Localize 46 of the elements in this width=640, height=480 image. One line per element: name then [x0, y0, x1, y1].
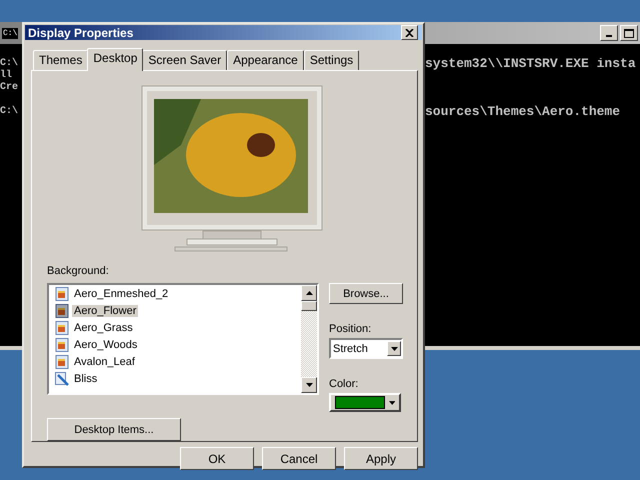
position-label: Position:: [329, 323, 372, 335]
list-item[interactable]: Aero_Woods: [72, 339, 140, 351]
picture-icon: [55, 372, 69, 386]
console-text: ll: [0, 70, 12, 81]
list-item[interactable]: Avalon_Leaf: [72, 356, 137, 368]
list-item[interactable]: Aero_Grass: [72, 322, 135, 334]
background-list[interactable]: Aero_Enmeshed_2 Aero_Flower Aero_Grass Aero_Woods Avalon_Leaf Bliss: [47, 283, 319, 395]
console-text: Cre: [0, 82, 18, 93]
dropdown-arrow-icon: [388, 400, 395, 404]
background-label: Background:: [47, 265, 110, 277]
tab[interactable]: Desktop: [87, 48, 144, 71]
tab[interactable]: Appearance: [227, 50, 304, 70]
console-text: C:\: [0, 58, 18, 69]
console-text: C:\: [0, 106, 18, 117]
page-icon: [55, 321, 69, 335]
minimize-button[interactable]: [600, 25, 618, 41]
position-dropdown[interactable]: Stretch: [329, 338, 403, 359]
color-picker-button[interactable]: [329, 393, 401, 412]
scrollbar[interactable]: [301, 285, 317, 393]
scroll-up-button[interactable]: [301, 285, 317, 301]
scroll-down-button[interactable]: [301, 377, 317, 393]
tab[interactable]: Settings: [304, 50, 360, 70]
tab[interactable]: Screen Saver: [142, 50, 228, 70]
dialog-button[interactable]: Apply: [344, 447, 418, 470]
browse-button[interactable]: Browse...: [329, 283, 403, 304]
close-icon: [405, 28, 414, 36]
dropdown-arrow-icon: [390, 346, 398, 350]
down-arrow-icon: [306, 383, 312, 387]
window-title: Display Properties: [28, 26, 134, 40]
close-button[interactable]: [401, 25, 418, 40]
page-icon: [55, 338, 69, 352]
up-arrow-icon: [306, 291, 312, 295]
list-item[interactable]: Aero_Flower: [72, 305, 138, 317]
console-text: sources\Themes\Aero.theme: [425, 104, 620, 119]
dialog-button[interactable]: OK: [180, 447, 254, 470]
color-label: Color:: [329, 378, 360, 390]
page-icon: [55, 304, 69, 318]
list-item[interactable]: Aero_Enmeshed_2: [72, 288, 170, 300]
console-icon: C:\: [2, 28, 18, 38]
scroll-thumb[interactable]: [301, 301, 317, 311]
desktop-items-button[interactable]: Desktop Items...: [47, 418, 181, 441]
page-icon: [55, 287, 69, 301]
maximize-button[interactable]: [620, 25, 638, 41]
list-item[interactable]: Bliss: [72, 373, 100, 385]
dialog-button[interactable]: Cancel: [262, 447, 336, 470]
page-icon: [55, 355, 69, 369]
